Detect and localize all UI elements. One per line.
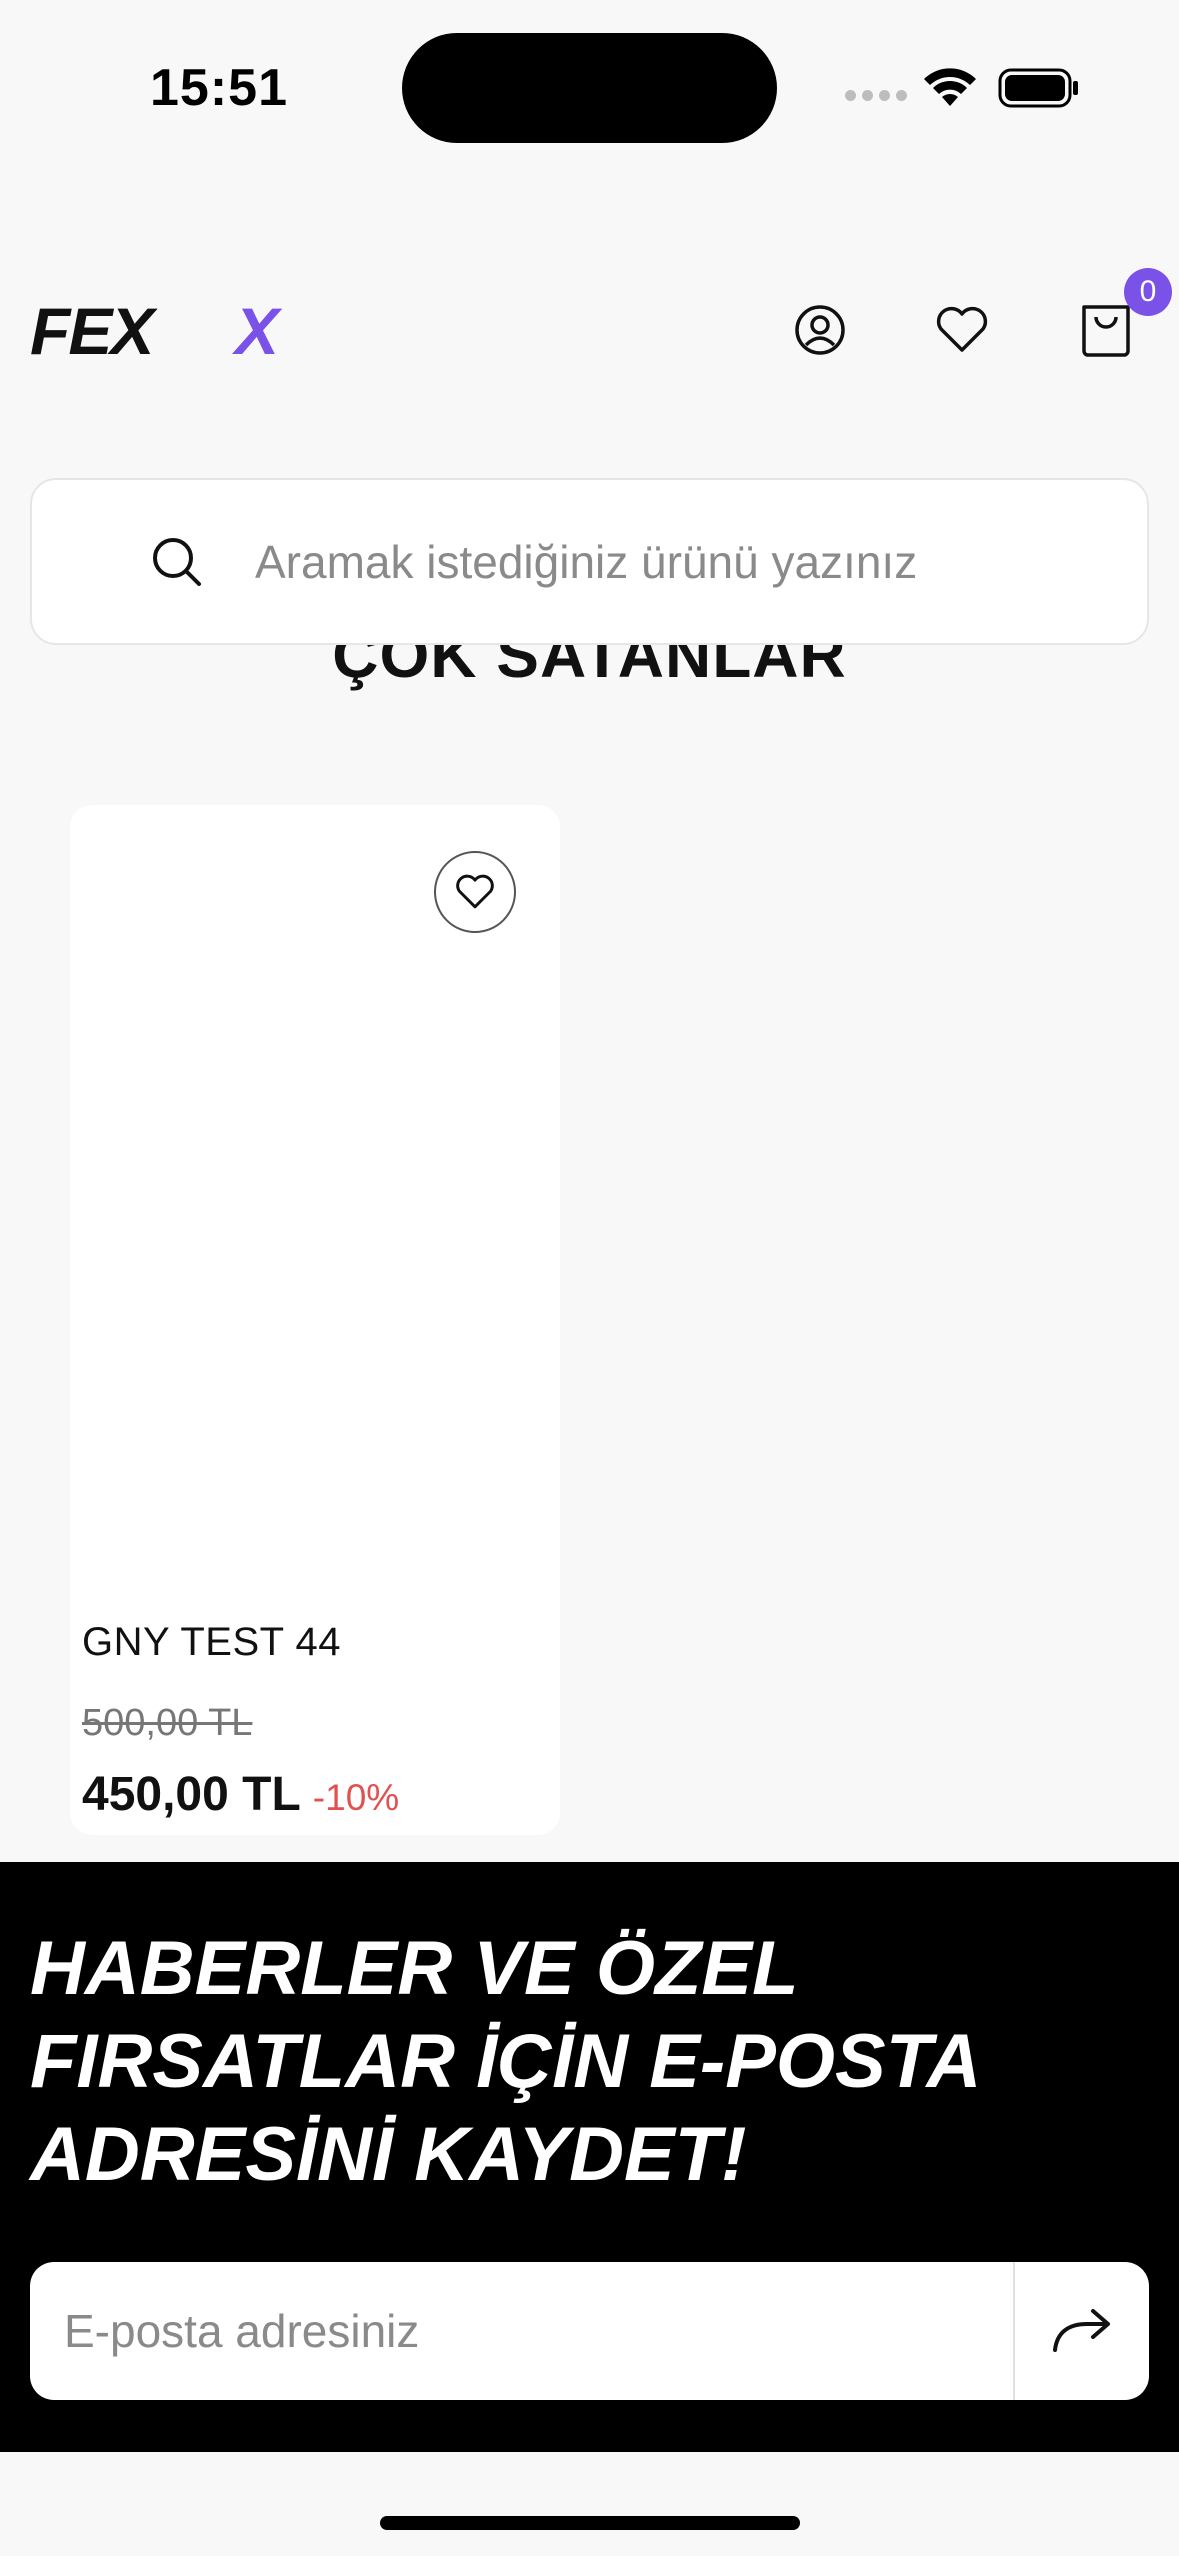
wifi-icon bbox=[924, 68, 976, 106]
product-name[interactable]: GNY TEST 44 bbox=[82, 1620, 341, 1665]
user-icon bbox=[795, 305, 845, 355]
home-indicator bbox=[380, 2516, 800, 2530]
status-time: 15:51 bbox=[150, 59, 288, 117]
newsletter-section: HABERLER VE ÖZEL FIRSATLAR İÇİN E-POSTA … bbox=[0, 1862, 1179, 2452]
email-placeholder: E-posta adresiniz bbox=[64, 2305, 420, 2357]
heart-icon bbox=[936, 306, 988, 352]
search-icon bbox=[153, 537, 201, 586]
discount-badge: -10% bbox=[312, 1777, 400, 1818]
product-card[interactable]: GNY TEST 44 500,00 TL 450,00 TL -10% bbox=[70, 805, 560, 1835]
newsletter-title-line: HABERLER VE ÖZEL bbox=[30, 1926, 799, 2011]
section-title-text: ÇOK SATANLAR bbox=[332, 638, 847, 691]
add-to-favorites-button[interactable] bbox=[434, 851, 516, 933]
cart-count-badge: 0 bbox=[1124, 268, 1172, 316]
search-placeholder: Aramak istediğiniz ürünü yazınız bbox=[255, 535, 918, 588]
email-field[interactable]: E-posta adresiniz bbox=[30, 2262, 1015, 2400]
newsletter-form: E-posta adresiniz bbox=[30, 2262, 1149, 2400]
favorites-button[interactable] bbox=[922, 290, 1002, 370]
status-bar: 15:51 bbox=[0, 0, 1179, 150]
section-title: ÇOK SATANLAR bbox=[0, 638, 1179, 728]
newsletter-title-line: FIRSATLAR İÇİN E-POSTA bbox=[30, 2019, 982, 2104]
newsletter-submit-button[interactable] bbox=[1015, 2262, 1149, 2400]
app-header: FEX X bbox=[0, 260, 1179, 400]
svg-text:FEX: FEX bbox=[30, 300, 158, 358]
product-price-row: 450,00 TL -10% bbox=[82, 1767, 399, 1822]
forward-arrow-icon bbox=[1053, 2309, 1110, 2352]
cart-icon bbox=[1082, 305, 1130, 357]
cellular-signal-icon bbox=[845, 90, 907, 101]
product-price: 450,00 TL bbox=[82, 1768, 301, 1821]
battery-icon bbox=[998, 68, 1078, 108]
heart-icon bbox=[456, 874, 494, 909]
newsletter-title: HABERLER VE ÖZEL FIRSATLAR İÇİN E-POSTA … bbox=[30, 1922, 1130, 2201]
search-input[interactable]: Aramak istediğiniz ürünü yazınız bbox=[30, 478, 1149, 645]
dynamic-island bbox=[402, 33, 777, 143]
brand-logo[interactable]: FEX X bbox=[30, 300, 330, 358]
svg-text:X: X bbox=[231, 300, 283, 358]
newsletter-title-line: ADRESİNİ KAYDET! bbox=[30, 2112, 747, 2197]
account-button[interactable] bbox=[780, 290, 860, 370]
product-old-price: 500,00 TL bbox=[82, 1702, 253, 1744]
